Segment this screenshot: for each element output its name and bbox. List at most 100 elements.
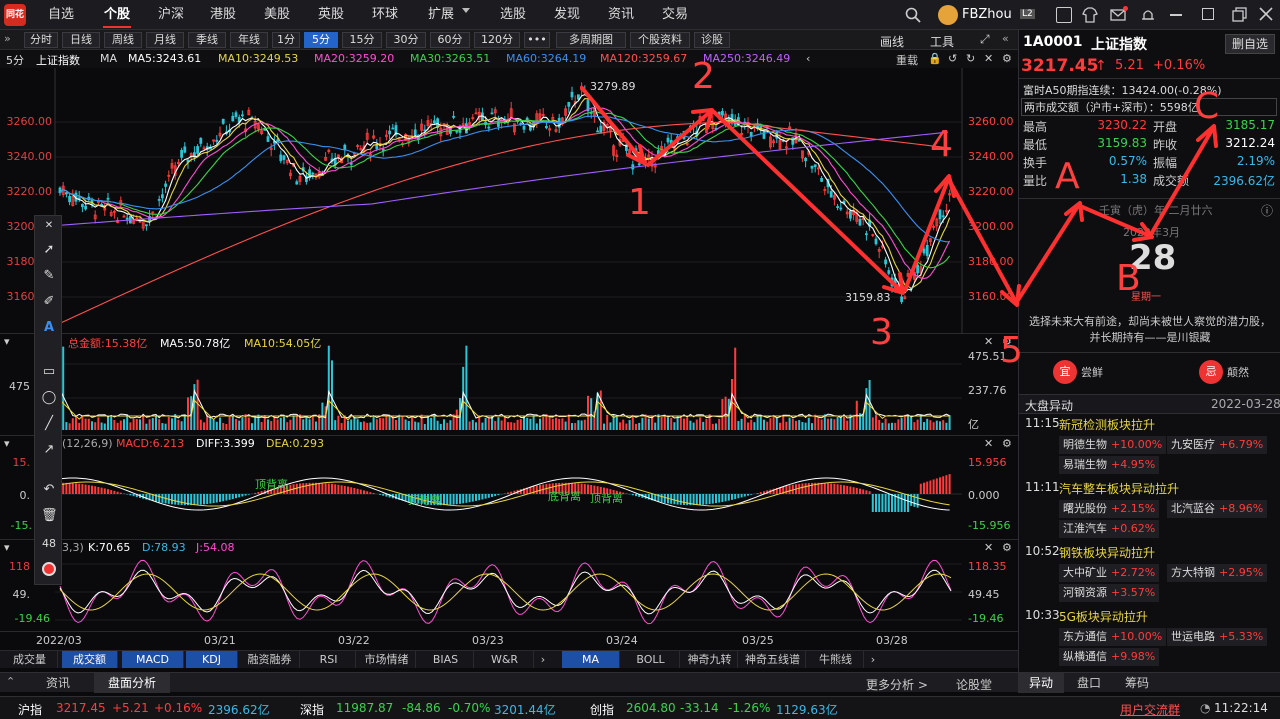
- period-week[interactable]: 周线: [104, 32, 142, 48]
- tab-volume[interactable]: 成交量: [2, 651, 58, 668]
- kdj-panel[interactable]: ▾ 3,3) K:70.65 D:78.93 J:54.08 ✕ ⚙ 118.3…: [0, 540, 1018, 632]
- size-value[interactable]: 48: [41, 536, 57, 552]
- period-1min[interactable]: 1分: [272, 32, 300, 48]
- cursor-icon[interactable]: ➚: [41, 242, 57, 258]
- stock-tag[interactable]: 江淮汽车 +0.62%: [1059, 520, 1160, 538]
- stock-tag[interactable]: 明德生物 +10.00%: [1059, 436, 1167, 454]
- bell-icon[interactable]: [1140, 7, 1156, 23]
- period-15min[interactable]: 15分: [342, 32, 382, 48]
- search-icon[interactable]: [905, 7, 921, 23]
- volume-panel[interactable]: ▾ 总金额:15.38亿 MA5:50.78亿 MA10:54.05亿 ✕ ⚙ …: [0, 334, 1018, 436]
- nav-item-ganggu[interactable]: 港股: [200, 0, 246, 30]
- app-logo[interactable]: 同花顺: [4, 4, 26, 42]
- settings-icon[interactable]: ⚙: [1002, 437, 1012, 450]
- redo-icon[interactable]: ↻: [966, 52, 975, 65]
- close-icon[interactable]: [1258, 6, 1274, 22]
- reload-button[interactable]: 重载: [896, 52, 918, 68]
- panel-toggle-icon[interactable]: ▾: [4, 335, 10, 348]
- pen-icon[interactable]: ✐: [41, 294, 57, 310]
- restore-icon[interactable]: [1232, 6, 1248, 22]
- tab-boll[interactable]: BOLL: [622, 651, 680, 668]
- tab-bullbear[interactable]: 牛熊线: [808, 651, 864, 668]
- forum-link[interactable]: 论股堂: [956, 676, 992, 693]
- tab-magic-five[interactable]: 神奇五线谱: [740, 651, 806, 668]
- close-panel-icon[interactable]: ✕: [984, 437, 993, 450]
- collapse-left-icon[interactable]: »: [4, 32, 11, 45]
- period-120min[interactable]: 120分: [474, 32, 520, 48]
- avatar[interactable]: [938, 5, 958, 25]
- tabs-scroll-right-icon[interactable]: ›: [866, 651, 880, 668]
- tab-bias[interactable]: BIAS: [418, 651, 474, 668]
- nav-item-faxian[interactable]: 发现: [544, 0, 590, 30]
- trash-icon[interactable]: 🗑: [41, 508, 58, 524]
- tab-margin[interactable]: 融资融券: [240, 651, 300, 668]
- tab-sentiment[interactable]: 市场情绪: [358, 651, 416, 668]
- tab-kdj[interactable]: KDJ: [186, 651, 238, 668]
- news-title[interactable]: 新冠检测板块拉升: [1059, 416, 1155, 433]
- draw-line-button[interactable]: 画线: [880, 33, 904, 50]
- period-day[interactable]: 日线: [62, 32, 100, 48]
- undo-icon[interactable]: ↶: [41, 482, 57, 498]
- kline-chart-panel[interactable]: 3260.00 3240.00 3220.00 3200.00 3180.00 …: [0, 68, 1018, 334]
- multi-period-button[interactable]: 多周期图: [556, 32, 626, 48]
- tab-orderbook[interactable]: 盘口: [1066, 673, 1112, 693]
- close-panel-icon[interactable]: ✕: [984, 541, 993, 554]
- nav-item-gegu[interactable]: 个股: [94, 0, 140, 30]
- undo-icon[interactable]: ↺: [948, 52, 957, 65]
- period-month[interactable]: 月线: [146, 32, 184, 48]
- stock-tag[interactable]: 大中矿业 +2.72%: [1059, 564, 1160, 582]
- more-analysis-link[interactable]: 更多分析 >: [866, 676, 928, 693]
- stock-tag[interactable]: 河钢资源 +3.57%: [1059, 584, 1160, 602]
- panel-toggle-icon[interactable]: ▾: [4, 541, 10, 554]
- info-icon[interactable]: ⓘ: [1261, 202, 1273, 219]
- diagnose-button[interactable]: 诊股: [694, 32, 730, 48]
- nav-item-zixun[interactable]: 资讯: [598, 0, 644, 30]
- stock-tag[interactable]: 北汽蓝谷 +8.96%: [1167, 500, 1268, 518]
- period-5min[interactable]: 5分: [304, 32, 338, 48]
- tab-market-analysis[interactable]: 盘面分析: [94, 673, 170, 693]
- nav-item-yinggu[interactable]: 英股: [308, 0, 354, 30]
- minimize-icon[interactable]: [1170, 14, 1182, 16]
- nav-item-kuozhan[interactable]: 扩展: [418, 0, 464, 30]
- stock-tag[interactable]: 九安医疗 +6.79%: [1167, 436, 1268, 454]
- text-tool-icon[interactable]: A: [41, 320, 57, 336]
- more-periods-button[interactable]: •••: [524, 32, 550, 48]
- rectangle-icon[interactable]: ▭: [41, 364, 57, 380]
- sh-index-label[interactable]: 沪指: [18, 701, 42, 718]
- tab-magic-nine[interactable]: 神奇九转: [682, 651, 738, 668]
- stock-tag[interactable]: 东方通信 +10.00%: [1059, 628, 1167, 646]
- user-group-link[interactable]: 用户交流群: [1120, 701, 1180, 718]
- period-30min[interactable]: 30分: [386, 32, 426, 48]
- tab-wr[interactable]: W&R: [476, 651, 534, 668]
- stock-tag[interactable]: 纵横通信 +9.98%: [1059, 648, 1160, 666]
- nav-item-hushen[interactable]: 沪深: [148, 0, 194, 30]
- message-icon[interactable]: [1056, 7, 1072, 23]
- stock-tag[interactable]: 易瑞生物 +4.95%: [1059, 456, 1160, 474]
- ma-collapse-icon[interactable]: ‹: [806, 52, 810, 65]
- tab-amount[interactable]: 成交额: [62, 651, 118, 668]
- tab-macd[interactable]: MACD: [122, 651, 184, 668]
- news-title[interactable]: 汽车整车板块异动拉升: [1059, 480, 1179, 497]
- username[interactable]: FBZhou: [962, 7, 1012, 22]
- remove-watchlist-button[interactable]: 删自选: [1225, 34, 1275, 54]
- tab-chips[interactable]: 筹码: [1114, 673, 1160, 693]
- period-fenshi[interactable]: 分时: [24, 32, 58, 48]
- ellipse-icon[interactable]: ◯: [41, 390, 57, 406]
- stock-tag[interactable]: 世运电路 +5.33%: [1167, 628, 1268, 646]
- period-60min[interactable]: 60分: [430, 32, 470, 48]
- arrow-icon[interactable]: ↗: [41, 442, 57, 458]
- maximize-icon[interactable]: [1202, 8, 1214, 20]
- nav-item-jiaoyi[interactable]: 交易: [652, 0, 698, 30]
- settings-icon[interactable]: ⚙: [1002, 52, 1012, 65]
- lock-icon[interactable]: 🔒: [928, 52, 942, 65]
- sz-index-label[interactable]: 深指: [300, 701, 324, 718]
- collapse-right-icon[interactable]: «: [1002, 32, 1009, 45]
- tab-rsi[interactable]: RSI: [302, 651, 356, 668]
- fullscreen-icon[interactable]: ⤢: [980, 32, 990, 47]
- period-year[interactable]: 年线: [230, 32, 268, 48]
- period-season[interactable]: 季线: [188, 32, 226, 48]
- news-title[interactable]: 钢铁板块异动拉升: [1059, 544, 1155, 561]
- nav-item-zixuan[interactable]: 自选: [38, 0, 84, 30]
- close-panel-icon[interactable]: ✕: [984, 52, 993, 65]
- tabs-scroll-right-icon[interactable]: ›: [536, 651, 550, 668]
